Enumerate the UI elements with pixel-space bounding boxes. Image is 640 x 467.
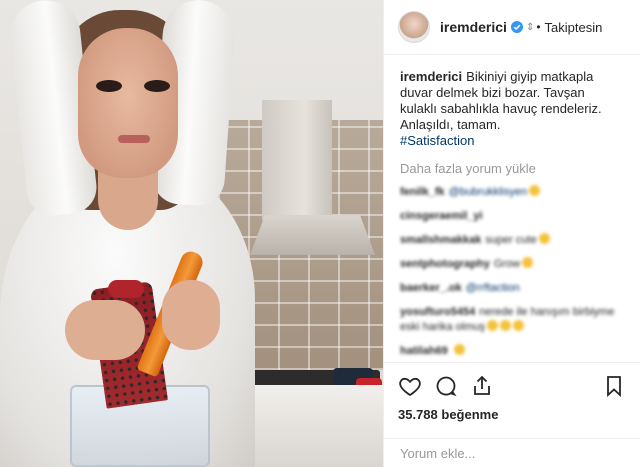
comment-item: yosufturo5454 nerede ile hanışım birbiyme… xyxy=(400,305,624,335)
emoji-icon xyxy=(499,320,511,331)
header-separator: • xyxy=(536,20,541,34)
load-more-comments-button[interactable]: Daha fazla yorum yükle xyxy=(400,161,624,176)
caption-hashtag[interactable]: #Satisfaction xyxy=(400,133,474,148)
emoji-icon xyxy=(512,320,524,331)
comment-username[interactable]: smallshmakkak xyxy=(400,234,481,246)
emoji-icon xyxy=(486,320,498,331)
comment-item: smallshmakkak super cute xyxy=(400,233,624,248)
post-header: iremderici ⇕ • Takiptesin xyxy=(384,0,640,55)
emoji-icon xyxy=(453,344,465,355)
comment-bubble-icon[interactable] xyxy=(434,374,458,398)
range-hood-base xyxy=(250,215,375,255)
eye-left xyxy=(96,80,122,92)
comment-username[interactable]: sentphotography xyxy=(400,258,490,270)
comment-item: baerker_.ok @rrftaction xyxy=(400,281,624,296)
comment-item: fenilk_fk @bubrukklisyen xyxy=(400,185,624,200)
action-icons xyxy=(398,371,626,401)
neck xyxy=(98,170,158,230)
comment-text: Grow xyxy=(493,258,521,270)
comment-item: cinsgeraemil_yi xyxy=(400,209,624,224)
hand-left xyxy=(65,300,145,360)
post-sidebar: iremderici ⇕ • Takiptesin iremderici Biki… xyxy=(383,0,640,467)
emoji-icon xyxy=(529,185,541,196)
emoji-icon xyxy=(522,257,534,268)
face xyxy=(78,28,178,178)
caption-username[interactable]: iremderici xyxy=(400,69,462,84)
chevron-updown-icon: ⇕ xyxy=(525,21,535,33)
comment-list: fenilk_fk @bubrukklisyen cinsgeraemil_yism… xyxy=(400,185,624,365)
grater-handle xyxy=(108,280,144,298)
comment-username[interactable]: cinsgeraemil_yi xyxy=(400,210,483,222)
bookmark-icon[interactable] xyxy=(602,374,626,398)
comment-item: sentphotography Grow xyxy=(400,257,624,272)
range-hood xyxy=(262,100,332,220)
heart-icon[interactable] xyxy=(398,374,422,398)
comment-mention[interactable]: @bubrukklisyen xyxy=(449,186,527,198)
verified-badge-icon xyxy=(510,21,523,33)
hand-right xyxy=(162,280,220,350)
eye-right xyxy=(144,80,170,92)
post-photo[interactable] xyxy=(0,0,383,467)
follow-status-button[interactable]: Takiptesin xyxy=(545,20,603,35)
mouth xyxy=(118,135,150,143)
like-count[interactable]: 35.788 beğenme xyxy=(398,407,626,422)
action-bar: 35.788 beğenme xyxy=(384,362,640,422)
comment-mention[interactable]: @rrftaction xyxy=(466,282,520,294)
avatar[interactable] xyxy=(398,11,430,43)
comment-username[interactable]: hatilah69 xyxy=(400,345,448,357)
comment-item: hatilah69 xyxy=(400,344,624,359)
post-caption: iremderici Bikiniyi giyip matkapla duvar … xyxy=(400,69,624,149)
comments-section: iremderici Bikiniyi giyip matkapla duvar … xyxy=(384,55,640,365)
share-icon[interactable] xyxy=(470,374,494,398)
add-comment-field[interactable]: Yorum ekle... xyxy=(384,438,640,467)
comment-text: super cute xyxy=(485,234,537,246)
header-username[interactable]: iremderici xyxy=(440,19,507,35)
instagram-post: iremderici ⇕ • Takiptesin iremderici Biki… xyxy=(0,0,640,467)
emoji-icon xyxy=(538,233,550,244)
comment-username[interactable]: baerker_.ok xyxy=(400,282,462,294)
comment-username[interactable]: fenilk_fk xyxy=(400,186,445,198)
comment-username[interactable]: yosufturo5454 xyxy=(400,306,475,318)
